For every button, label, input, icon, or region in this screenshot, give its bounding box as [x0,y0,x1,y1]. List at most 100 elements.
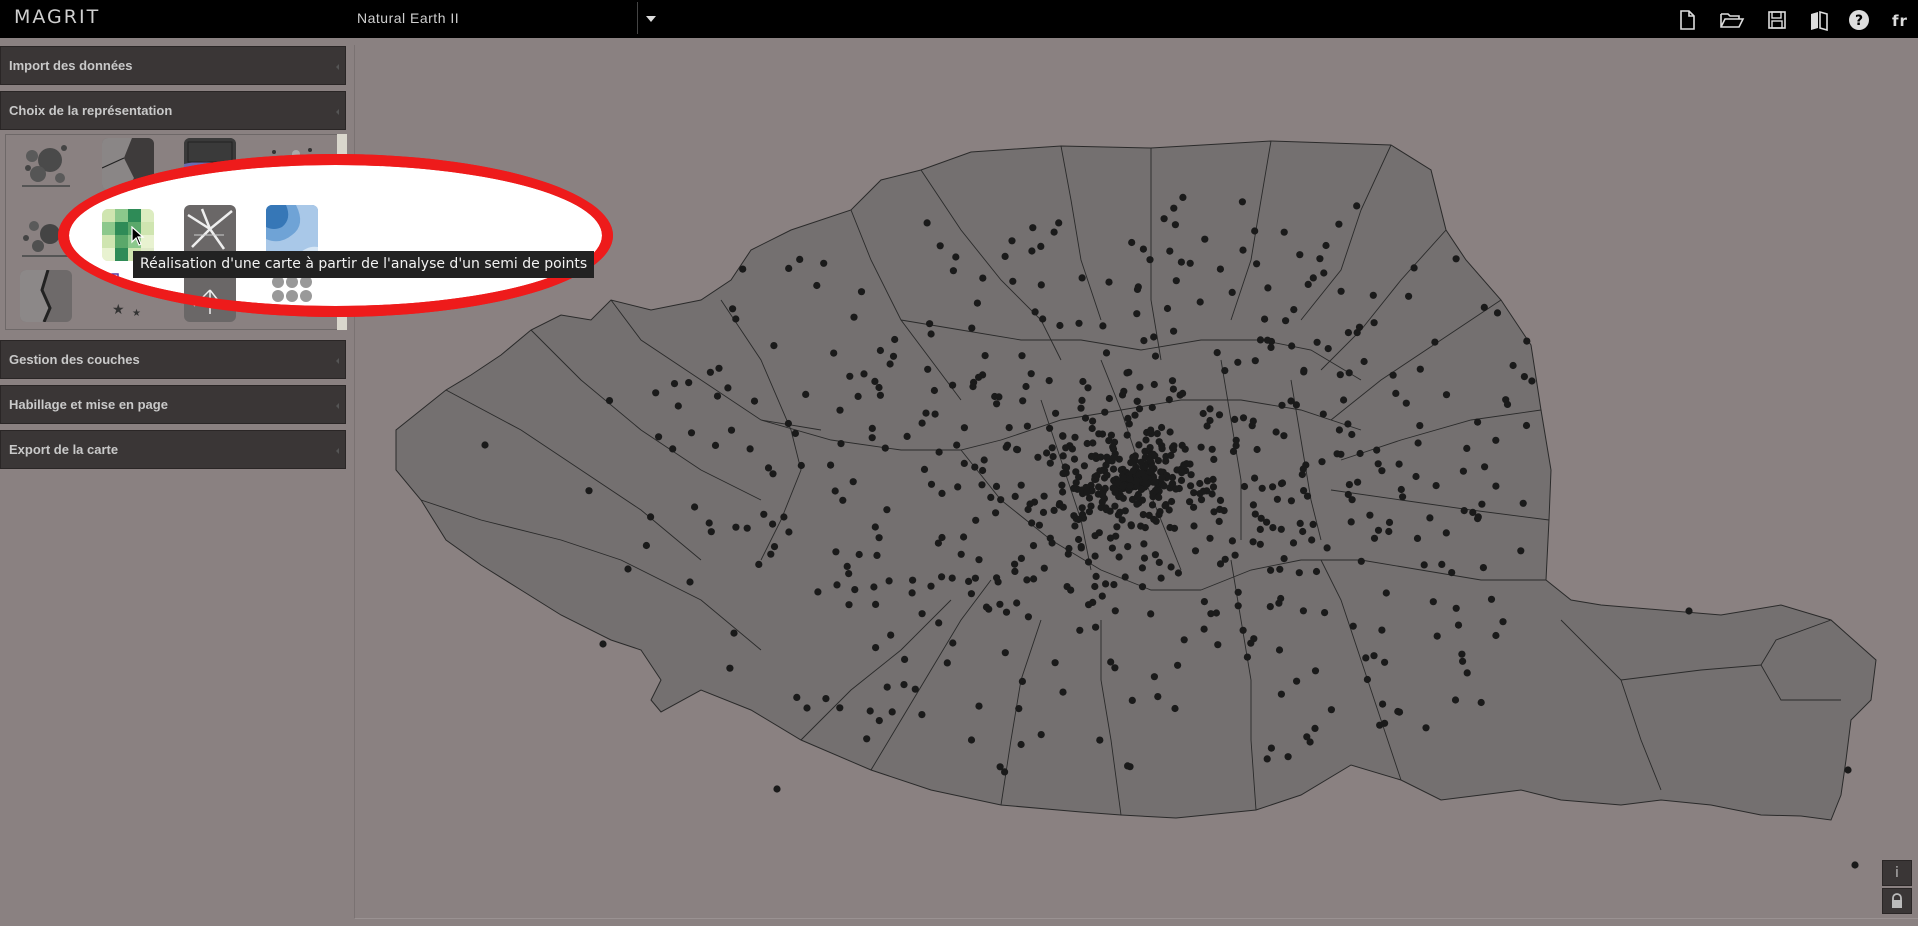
map-point [1477,698,1485,707]
map-point [1422,724,1430,732]
map-point [1119,482,1127,491]
map-point [993,574,1001,582]
map-point [1373,446,1381,454]
map-point [1150,333,1158,341]
map-point [1140,540,1148,548]
section-export[interactable]: Export de la carte [0,430,346,469]
map-point [1360,357,1368,366]
map-point [1105,394,1113,403]
map-point [1121,507,1129,515]
map-point [1105,278,1113,286]
map-point [1356,449,1364,458]
map-point [1048,539,1056,547]
map-point [1109,454,1117,462]
map-point [1448,569,1456,577]
map-point [996,600,1004,608]
map-point [1851,861,1859,869]
open-folder-icon[interactable] [1719,9,1745,31]
map-point [954,483,962,491]
map-point [1017,554,1025,563]
map-point [1249,501,1257,509]
section-layout[interactable]: Habillage et mise en page [0,385,346,424]
map-point [1272,428,1280,436]
map-point [1295,569,1303,577]
map-point [669,445,677,453]
map-point [1146,444,1154,452]
section-representation[interactable]: Choix de la représentation [0,91,346,130]
map-point [948,574,956,582]
map-point [1318,458,1326,466]
info-button[interactable]: i [1882,860,1912,886]
map-point [972,516,980,524]
map-point [1321,609,1329,617]
map-point [739,265,747,273]
map-point [1413,534,1422,543]
help-icon[interactable]: ? [1848,9,1870,31]
map-point [927,330,935,338]
map-point [732,523,740,531]
map-point [784,419,793,428]
map-point [987,493,995,501]
map-point [831,487,839,495]
map-point [1095,430,1103,438]
map-point [1168,377,1177,385]
map-point [1002,443,1010,451]
map-point [1327,706,1335,714]
map-point [750,397,759,405]
section-layers[interactable]: Gestion des couches [0,340,346,379]
map-point [1059,688,1067,696]
book-icon[interactable] [1808,9,1830,31]
smoothed-icon[interactable] [266,205,318,257]
map-point [1452,255,1460,263]
map-point [936,242,944,250]
map-point [1348,430,1356,439]
map-point [1309,520,1317,529]
map-point [1256,540,1264,548]
new-file-icon[interactable] [1676,9,1698,31]
map-point [851,586,859,594]
map-point [1150,380,1158,389]
map-point [1240,482,1249,491]
map-point [1059,488,1067,496]
discontinuities-icon[interactable] [20,270,72,322]
map-canvas[interactable] [354,45,1918,919]
flows-icon[interactable] [184,205,236,257]
map-point [967,590,976,598]
map-point [1474,418,1482,426]
map-point [1028,247,1036,255]
map-point [1296,251,1304,259]
map-point [1414,439,1422,447]
map-point [685,379,693,387]
map-point [965,577,973,586]
map-point [1213,349,1221,357]
map-point [1247,639,1255,647]
save-icon[interactable] [1766,9,1788,31]
projection-select[interactable]: Natural Earth II [357,10,459,26]
map-point [1118,516,1126,524]
map-point [1355,323,1364,331]
map-point [927,582,935,590]
map-point [1091,552,1099,560]
map-point [1228,288,1236,296]
cursor-icon [131,226,145,246]
lock-button[interactable] [1882,888,1912,914]
section-import[interactable]: Import des données [0,46,346,85]
map-point [1309,274,1317,282]
map-point [876,346,885,355]
chevron-down-icon[interactable] [646,16,656,22]
map-point [1251,227,1259,235]
map-point [1089,417,1097,425]
language-toggle[interactable]: fr [1892,12,1908,30]
map-point [991,392,999,401]
proportional-symbols-icon[interactable] [20,138,72,190]
map-point [1037,731,1045,739]
map-point [960,459,968,467]
map-point [1431,338,1439,346]
map-point [670,380,679,388]
map-point [1147,610,1155,618]
map-point [1146,256,1154,264]
map-point [1520,373,1528,381]
map-point [1469,508,1477,516]
map-point [1363,675,1371,684]
map-point [968,324,976,332]
